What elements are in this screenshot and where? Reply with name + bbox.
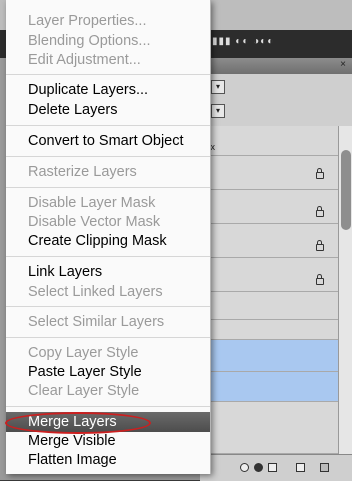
layer-row[interactable] xyxy=(200,292,338,320)
menu-item-disable-vector-mask[interactable]: Disable Vector Mask xyxy=(6,212,210,232)
menu-separator xyxy=(6,256,210,257)
fill-dropdown[interactable]: ▾ xyxy=(211,104,225,118)
layer-row[interactable] xyxy=(200,126,338,156)
menu-item-link-layers[interactable]: Link Layers xyxy=(6,262,210,282)
new-group-icon[interactable] xyxy=(268,463,277,472)
menu-separator xyxy=(6,337,210,338)
blend-mode-dropdown[interactable]: ▾ xyxy=(211,80,225,94)
scrollbar-thumb[interactable] xyxy=(341,150,351,230)
layers-panel-footer xyxy=(200,454,352,481)
menu-separator xyxy=(6,306,210,307)
menu-item-merge-layers[interactable]: Merge Layers xyxy=(6,412,210,432)
add-mask-icon[interactable] xyxy=(240,463,249,472)
lock-icon xyxy=(316,274,324,285)
menu-item-edit-adjustment[interactable]: Edit Adjustment... xyxy=(6,50,210,70)
menu-separator xyxy=(6,125,210,126)
layer-row[interactable] xyxy=(200,156,338,190)
menu-item-paste-layer-style[interactable]: Paste Layer Style xyxy=(6,362,210,382)
layer-row[interactable] xyxy=(200,224,338,258)
menu-item-select-similar-layers[interactable]: Select Similar Layers xyxy=(6,312,210,332)
menu-item-copy-layer-style[interactable]: Copy Layer Style xyxy=(6,343,210,363)
menu-item-clear-layer-style[interactable]: Clear Layer Style xyxy=(6,381,210,401)
menu-separator xyxy=(6,74,210,75)
menu-item-convert-to-smart-object[interactable]: Convert to Smart Object xyxy=(6,131,210,151)
layers-list xyxy=(200,126,338,454)
layer-row[interactable] xyxy=(200,320,338,340)
layer-row[interactable] xyxy=(200,190,338,224)
menu-item-layer-properties[interactable]: Layer Properties... xyxy=(6,11,210,31)
lock-icon xyxy=(316,240,324,251)
layers-panel-header: × xyxy=(200,58,352,74)
trash-icon[interactable] xyxy=(320,463,329,472)
menu-separator xyxy=(6,187,210,188)
layers-context-menu: Layer Properties... Blending Options... … xyxy=(6,0,211,474)
new-layer-icon[interactable] xyxy=(296,463,305,472)
menu-separator xyxy=(6,156,210,157)
layers-scrollbar[interactable] xyxy=(338,126,352,454)
menu-item-create-clipping-mask[interactable]: Create Clipping Mask xyxy=(6,231,210,251)
lock-icon xyxy=(316,168,324,179)
menu-item-flatten-image[interactable]: Flatten Image xyxy=(6,450,210,470)
lock-icon xyxy=(316,206,324,217)
menu-separator xyxy=(6,406,210,407)
menu-item-merge-visible[interactable]: Merge Visible xyxy=(6,431,210,451)
close-icon[interactable]: × xyxy=(340,59,346,70)
layer-row-selected[interactable] xyxy=(200,340,338,372)
menu-item-disable-layer-mask[interactable]: Disable Layer Mask xyxy=(6,193,210,213)
layer-row[interactable] xyxy=(200,258,338,292)
menu-item-blending-options[interactable]: Blending Options... xyxy=(6,31,210,51)
layer-row[interactable] xyxy=(200,402,338,454)
adjustment-layer-icon[interactable] xyxy=(254,463,263,472)
menu-item-select-linked-layers[interactable]: Select Linked Layers xyxy=(6,282,210,302)
menu-item-rasterize-layers[interactable]: Rasterize Layers xyxy=(6,162,210,182)
menu-item-delete-layers[interactable]: Delete Layers xyxy=(6,100,210,120)
layer-row-selected[interactable] xyxy=(200,372,338,402)
menu-item-duplicate-layers[interactable]: Duplicate Layers... xyxy=(6,80,210,100)
toolbar-icons: ▮▮▮ ◐◐ ◑◐◐ xyxy=(212,36,275,47)
